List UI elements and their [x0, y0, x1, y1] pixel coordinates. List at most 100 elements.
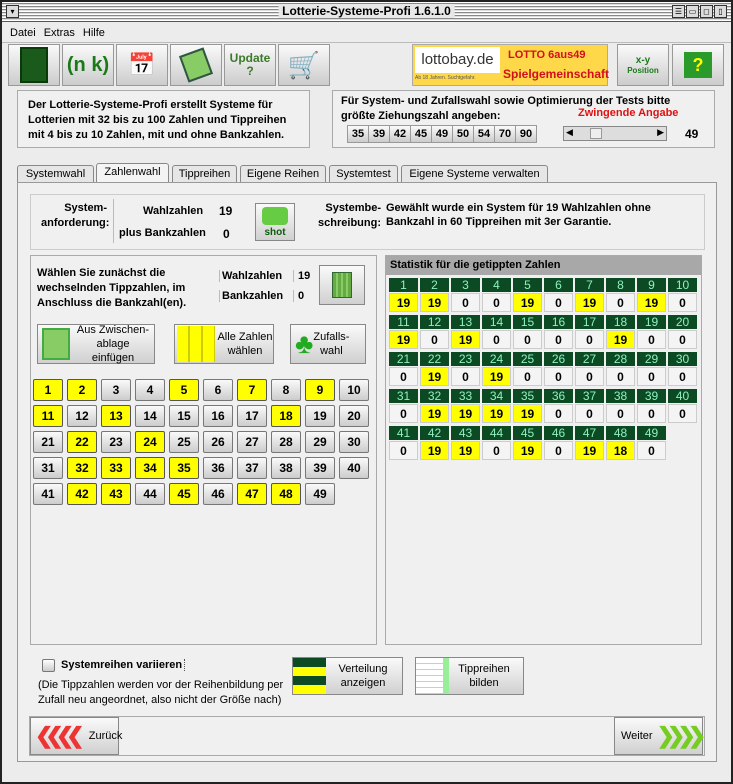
- preset-50[interactable]: 50: [452, 125, 474, 143]
- number-button-11[interactable]: 11: [33, 405, 63, 427]
- menu-datei[interactable]: Datei: [10, 27, 36, 39]
- title-bar[interactable]: ▾ Lotterie-Systeme-Profi 1.6.1.0 ☰ ▭ ◻ ▯: [2, 2, 731, 22]
- slider-thumb[interactable]: [590, 128, 603, 139]
- number-button-23[interactable]: 23: [101, 431, 131, 453]
- number-button-26[interactable]: 26: [203, 431, 233, 453]
- number-button-38[interactable]: 38: [271, 457, 301, 479]
- shop-button[interactable]: 🛒: [278, 44, 330, 86]
- number-button-31[interactable]: 31: [33, 457, 63, 479]
- number-button-7[interactable]: 7: [237, 379, 267, 401]
- exit-door-button[interactable]: [8, 44, 60, 86]
- shade-icon[interactable]: ☰: [672, 5, 685, 18]
- number-button-46[interactable]: 46: [203, 483, 233, 505]
- number-button-29[interactable]: 29: [305, 431, 335, 453]
- next-button[interactable]: Weiter ❯❯❯❯: [614, 717, 706, 755]
- number-button-36[interactable]: 36: [203, 457, 233, 479]
- menu-hilfe[interactable]: Hilfe: [83, 27, 105, 39]
- menu-extras[interactable]: Extras: [44, 27, 75, 39]
- number-button-16[interactable]: 16: [203, 405, 233, 427]
- number-button-35[interactable]: 35: [169, 457, 199, 479]
- number-button-43[interactable]: 43: [101, 483, 131, 505]
- ziehung-slider[interactable]: ◀ ▶: [563, 126, 667, 141]
- number-button-48[interactable]: 48: [271, 483, 301, 505]
- number-button-32[interactable]: 32: [67, 457, 97, 479]
- preset-90[interactable]: 90: [515, 125, 537, 143]
- number-button-10[interactable]: 10: [339, 379, 369, 401]
- preset-42[interactable]: 42: [389, 125, 411, 143]
- number-button-8[interactable]: 8: [271, 379, 301, 401]
- number-button-4[interactable]: 4: [135, 379, 165, 401]
- number-button-39[interactable]: 39: [305, 457, 335, 479]
- number-button-3[interactable]: 3: [101, 379, 131, 401]
- number-button-27[interactable]: 27: [237, 431, 267, 453]
- maximize-icon[interactable]: ◻: [700, 5, 713, 18]
- number-button-13[interactable]: 13: [101, 405, 131, 427]
- tab-systemtest[interactable]: Systemtest: [329, 165, 398, 183]
- number-button-9[interactable]: 9: [305, 379, 335, 401]
- lottobay-ad-banner[interactable]: lottobay.de Ab 18 Jahren. Suchtgefahr. L…: [412, 44, 609, 86]
- position-button[interactable]: x-y Position: [617, 44, 669, 86]
- calculator-button[interactable]: [170, 44, 222, 86]
- number-button-42[interactable]: 42: [67, 483, 97, 505]
- number-button-22[interactable]: 22: [67, 431, 97, 453]
- number-button-49[interactable]: 49: [305, 483, 335, 505]
- preset-70[interactable]: 70: [494, 125, 516, 143]
- number-button-1[interactable]: 1: [33, 379, 63, 401]
- clear-button[interactable]: [319, 265, 365, 305]
- preset-49[interactable]: 49: [431, 125, 453, 143]
- number-button-25[interactable]: 25: [169, 431, 199, 453]
- number-button-44[interactable]: 44: [135, 483, 165, 505]
- tab-eigene-reihen[interactable]: Eigene Reihen: [240, 165, 326, 183]
- preset-45[interactable]: 45: [410, 125, 432, 143]
- screenshot-button[interactable]: shot: [255, 203, 295, 241]
- paste-button[interactable]: Aus Zwischen-ablage einfügen: [37, 324, 155, 364]
- minimize-icon[interactable]: ▭: [686, 5, 699, 18]
- stat-count-40: 0: [668, 404, 697, 423]
- back-button[interactable]: ❮❮❮❮ Zurück: [30, 717, 122, 755]
- number-button-24[interactable]: 24: [135, 431, 165, 453]
- number-button-34[interactable]: 34: [135, 457, 165, 479]
- build-rows-button[interactable]: Tippreihen bilden: [415, 657, 524, 695]
- number-button-17[interactable]: 17: [237, 405, 267, 427]
- vary-checkbox[interactable]: [42, 659, 55, 672]
- number-button-21[interactable]: 21: [33, 431, 63, 453]
- tab-tippreihen[interactable]: Tippreihen: [172, 165, 237, 183]
- update-button[interactable]: Update ?: [224, 44, 276, 86]
- number-button-41[interactable]: 41: [33, 483, 63, 505]
- window-menu-icon[interactable]: ▾: [6, 5, 19, 18]
- number-button-15[interactable]: 15: [169, 405, 199, 427]
- close-icon[interactable]: ▯: [714, 5, 727, 18]
- number-button-37[interactable]: 37: [237, 457, 267, 479]
- number-button-40[interactable]: 40: [339, 457, 369, 479]
- tab-zahlenwahl[interactable]: Zahlenwahl: [96, 163, 169, 184]
- select-all-button[interactable]: Alle Zahlen wählen: [174, 324, 274, 364]
- number-button-14[interactable]: 14: [135, 405, 165, 427]
- number-button-47[interactable]: 47: [237, 483, 267, 505]
- number-button-2[interactable]: 2: [67, 379, 97, 401]
- stat-count-25: 0: [513, 367, 542, 386]
- vary-label[interactable]: Systemreihen variieren: [61, 659, 186, 671]
- slider-right-icon[interactable]: ▶: [657, 127, 664, 138]
- tab-eigene-systeme-verwalten[interactable]: Eigene Systeme verwalten: [401, 165, 548, 183]
- preset-35[interactable]: 35: [347, 125, 369, 143]
- number-button-45[interactable]: 45: [169, 483, 199, 505]
- number-button-5[interactable]: 5: [169, 379, 199, 401]
- number-button-6[interactable]: 6: [203, 379, 233, 401]
- tab-systemwahl[interactable]: Systemwahl: [17, 165, 94, 183]
- number-button-12[interactable]: 12: [67, 405, 97, 427]
- binomial-button[interactable]: (n k): [62, 44, 114, 86]
- slider-left-icon[interactable]: ◀: [566, 127, 573, 138]
- distribution-button[interactable]: Verteilung anzeigen: [292, 657, 403, 695]
- stat-count-22: 19: [420, 367, 449, 386]
- number-button-18[interactable]: 18: [271, 405, 301, 427]
- calendar-button[interactable]: 📅: [116, 44, 168, 86]
- preset-39[interactable]: 39: [368, 125, 390, 143]
- help-button[interactable]: ?: [672, 44, 724, 86]
- preset-54[interactable]: 54: [473, 125, 495, 143]
- random-button[interactable]: ♣ Zufalls-wahl: [290, 324, 366, 364]
- number-button-28[interactable]: 28: [271, 431, 301, 453]
- number-button-30[interactable]: 30: [339, 431, 369, 453]
- number-button-20[interactable]: 20: [339, 405, 369, 427]
- number-button-19[interactable]: 19: [305, 405, 335, 427]
- number-button-33[interactable]: 33: [101, 457, 131, 479]
